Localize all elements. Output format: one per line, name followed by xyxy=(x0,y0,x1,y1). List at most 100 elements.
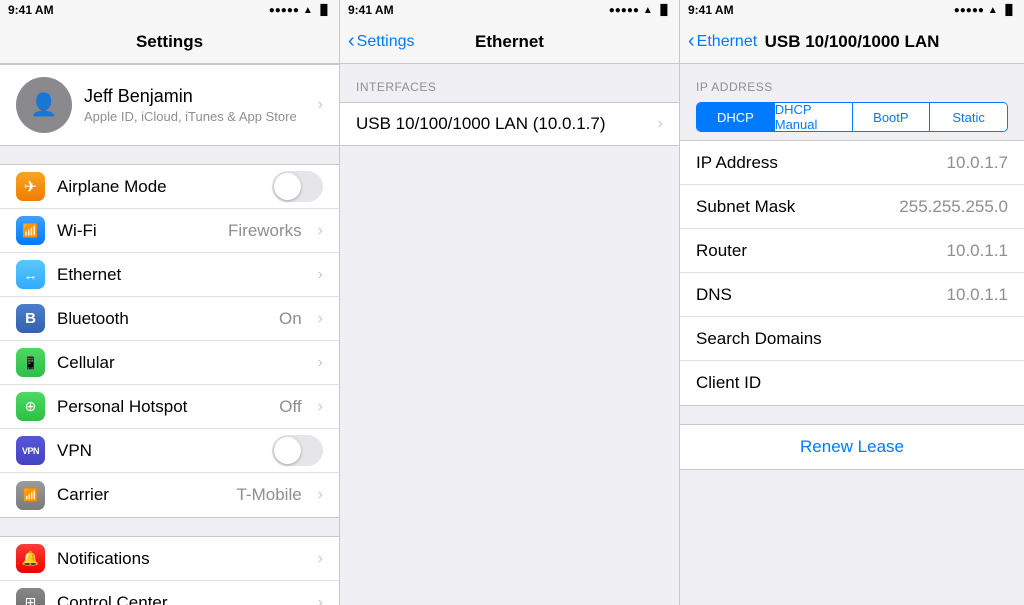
avatar: 👤 xyxy=(16,77,72,133)
ip-section-label: IP ADDRESS xyxy=(680,64,1024,102)
carrier-icon: 📶 xyxy=(16,481,45,510)
airplane-label: Airplane Mode xyxy=(57,177,260,197)
row-bluetooth[interactable]: B Bluetooth On › xyxy=(0,297,339,341)
ethernet-back-button[interactable]: ‹ Settings xyxy=(348,32,414,51)
interface-chevron-icon: › xyxy=(658,115,663,133)
wifi-icon-3: ▲ xyxy=(988,5,998,16)
airplane-icon: ✈ xyxy=(16,172,45,201)
wifi-row-icon: 📶 xyxy=(16,216,45,245)
row-hotspot[interactable]: ⊕ Personal Hotspot Off › xyxy=(0,385,339,429)
seg-bootp[interactable]: BootP xyxy=(853,103,931,131)
interface-name-0: USB 10/100/1000 LAN (10.0.1.7) xyxy=(356,114,658,134)
signal-icon-2: ●●●●● xyxy=(609,5,639,16)
wifi-value: Fireworks xyxy=(228,221,302,241)
detail-row-search: Search Domains xyxy=(680,317,1024,361)
settings-group-2: 🔔 Notifications › ⊞ Control Center › 🌙 D… xyxy=(0,536,339,605)
controlcenter-label: Control Center xyxy=(57,593,306,605)
back-chevron-icon: ‹ xyxy=(348,31,355,51)
search-domains-label: Search Domains xyxy=(696,329,1008,349)
signal-icon-3: ●●●●● xyxy=(954,5,984,16)
time-3: 9:41 AM xyxy=(688,3,734,17)
ethernet-scroll[interactable]: INTERFACES USB 10/100/1000 LAN (10.0.1.7… xyxy=(340,64,679,605)
nav-title-ethernet: Ethernet xyxy=(475,32,544,52)
seg-dhcp-manual[interactable]: DHCP Manual xyxy=(775,103,853,131)
ip-value: 10.0.1.7 xyxy=(947,153,1008,173)
cellular-icon: 📱 xyxy=(16,348,45,377)
lan-scroll[interactable]: IP ADDRESS DHCP DHCP Manual BootP Static… xyxy=(680,64,1024,605)
client-id-label: Client ID xyxy=(696,373,1008,393)
row-ethernet[interactable]: ↔ Ethernet › xyxy=(0,253,339,297)
ip-label: IP Address xyxy=(696,153,947,173)
carrier-value: T-Mobile xyxy=(236,485,301,505)
status-bar-1: 9:41 AM ●●●●● ▲ ▐▌ xyxy=(0,0,339,20)
cellular-chevron-icon: › xyxy=(318,354,323,372)
vpn-toggle[interactable] xyxy=(272,435,323,466)
ip-mode-segmented[interactable]: DHCP DHCP Manual BootP Static xyxy=(696,102,1008,132)
detail-row-subnet: Subnet Mask 255.255.255.0 xyxy=(680,185,1024,229)
ethernet-icon: ↔ xyxy=(16,260,45,289)
profile-name: Jeff Benjamin xyxy=(84,86,306,107)
back-label-ethernet: Settings xyxy=(357,33,415,51)
battery-icon: ▐▌ xyxy=(317,5,331,16)
profile-chevron-icon: › xyxy=(318,96,323,114)
settings-group-1: ✈ Airplane Mode 📶 Wi-Fi Fireworks › ↔ Et… xyxy=(0,164,339,518)
renew-lease-button[interactable]: Renew Lease xyxy=(680,425,1024,469)
ethernet-label: Ethernet xyxy=(57,265,306,285)
seg-static[interactable]: Static xyxy=(930,103,1007,131)
row-controlcenter[interactable]: ⊞ Control Center › xyxy=(0,581,339,605)
row-notifications[interactable]: 🔔 Notifications › xyxy=(0,537,339,581)
row-airplane[interactable]: ✈ Airplane Mode xyxy=(0,165,339,209)
detail-row-dns: DNS 10.0.1.1 xyxy=(680,273,1024,317)
wifi-label: Wi-Fi xyxy=(57,221,216,241)
panel-lan: 9:41 AM ●●●●● ▲ ▐▌ ‹ Ethernet USB 10/100… xyxy=(680,0,1024,605)
time-1: 9:41 AM xyxy=(8,3,54,17)
notifications-label: Notifications xyxy=(57,549,306,569)
profile-subtitle: Apple ID, iCloud, iTunes & App Store xyxy=(84,109,306,124)
status-bar-2: 9:41 AM ●●●●● ▲ ▐▌ xyxy=(340,0,679,20)
row-wifi[interactable]: 📶 Wi-Fi Fireworks › xyxy=(0,209,339,253)
wifi-chevron-icon: › xyxy=(318,222,323,240)
nav-title-lan: USB 10/100/1000 LAN xyxy=(765,32,940,52)
settings-scroll[interactable]: 👤 Jeff Benjamin Apple ID, iCloud, iTunes… xyxy=(0,64,339,605)
wifi-icon-2: ▲ xyxy=(643,5,653,16)
nav-bar-lan: ‹ Ethernet USB 10/100/1000 LAN xyxy=(680,20,1024,64)
detail-row-clientid: Client ID xyxy=(680,361,1024,405)
profile-row[interactable]: 👤 Jeff Benjamin Apple ID, iCloud, iTunes… xyxy=(0,64,339,146)
bluetooth-icon: B xyxy=(16,304,45,333)
subnet-value: 255.255.255.0 xyxy=(899,197,1008,217)
interfaces-section-label: INTERFACES xyxy=(340,64,679,102)
row-vpn[interactable]: VPN VPN xyxy=(0,429,339,473)
row-cellular[interactable]: 📱 Cellular › xyxy=(0,341,339,385)
action-group: Renew Lease xyxy=(680,424,1024,470)
interface-row-0[interactable]: USB 10/100/1000 LAN (10.0.1.7) › xyxy=(340,102,679,146)
time-2: 9:41 AM xyxy=(348,3,394,17)
controlcenter-icon: ⊞ xyxy=(16,588,45,605)
airplane-toggle[interactable] xyxy=(272,171,323,202)
controlcenter-chevron-icon: › xyxy=(318,594,323,605)
row-carrier[interactable]: 📶 Carrier T-Mobile › xyxy=(0,473,339,517)
status-bar-3: 9:41 AM ●●●●● ▲ ▐▌ xyxy=(680,0,1024,20)
subnet-label: Subnet Mask xyxy=(696,197,899,217)
vpn-label: VPN xyxy=(57,441,260,461)
carrier-label: Carrier xyxy=(57,485,224,505)
panel-ethernet: 9:41 AM ●●●●● ▲ ▐▌ ‹ Settings Ethernet I… xyxy=(340,0,680,605)
ethernet-chevron-icon: › xyxy=(318,266,323,284)
notifications-chevron-icon: › xyxy=(318,550,323,568)
status-icons-1: ●●●●● ▲ ▐▌ xyxy=(269,5,331,16)
profile-info: Jeff Benjamin Apple ID, iCloud, iTunes &… xyxy=(84,86,306,124)
seg-dhcp[interactable]: DHCP xyxy=(697,103,775,131)
carrier-chevron-icon: › xyxy=(318,486,323,504)
panel-settings: 9:41 AM ●●●●● ▲ ▐▌ Settings 👤 Jeff Benja… xyxy=(0,0,340,605)
airplane-toggle-knob xyxy=(274,173,301,200)
hotspot-icon: ⊕ xyxy=(16,392,45,421)
lan-back-button[interactable]: ‹ Ethernet xyxy=(688,32,757,51)
status-icons-3: ●●●●● ▲ ▐▌ xyxy=(954,5,1016,16)
bluetooth-chevron-icon: › xyxy=(318,310,323,328)
signal-icon: ●●●●● xyxy=(269,5,299,16)
dns-value: 10.0.1.1 xyxy=(947,285,1008,305)
status-icons-2: ●●●●● ▲ ▐▌ xyxy=(609,5,671,16)
back-label-lan: Ethernet xyxy=(697,33,757,51)
cellular-label: Cellular xyxy=(57,353,306,373)
vpn-icon: VPN xyxy=(16,436,45,465)
router-value: 10.0.1.1 xyxy=(947,241,1008,261)
